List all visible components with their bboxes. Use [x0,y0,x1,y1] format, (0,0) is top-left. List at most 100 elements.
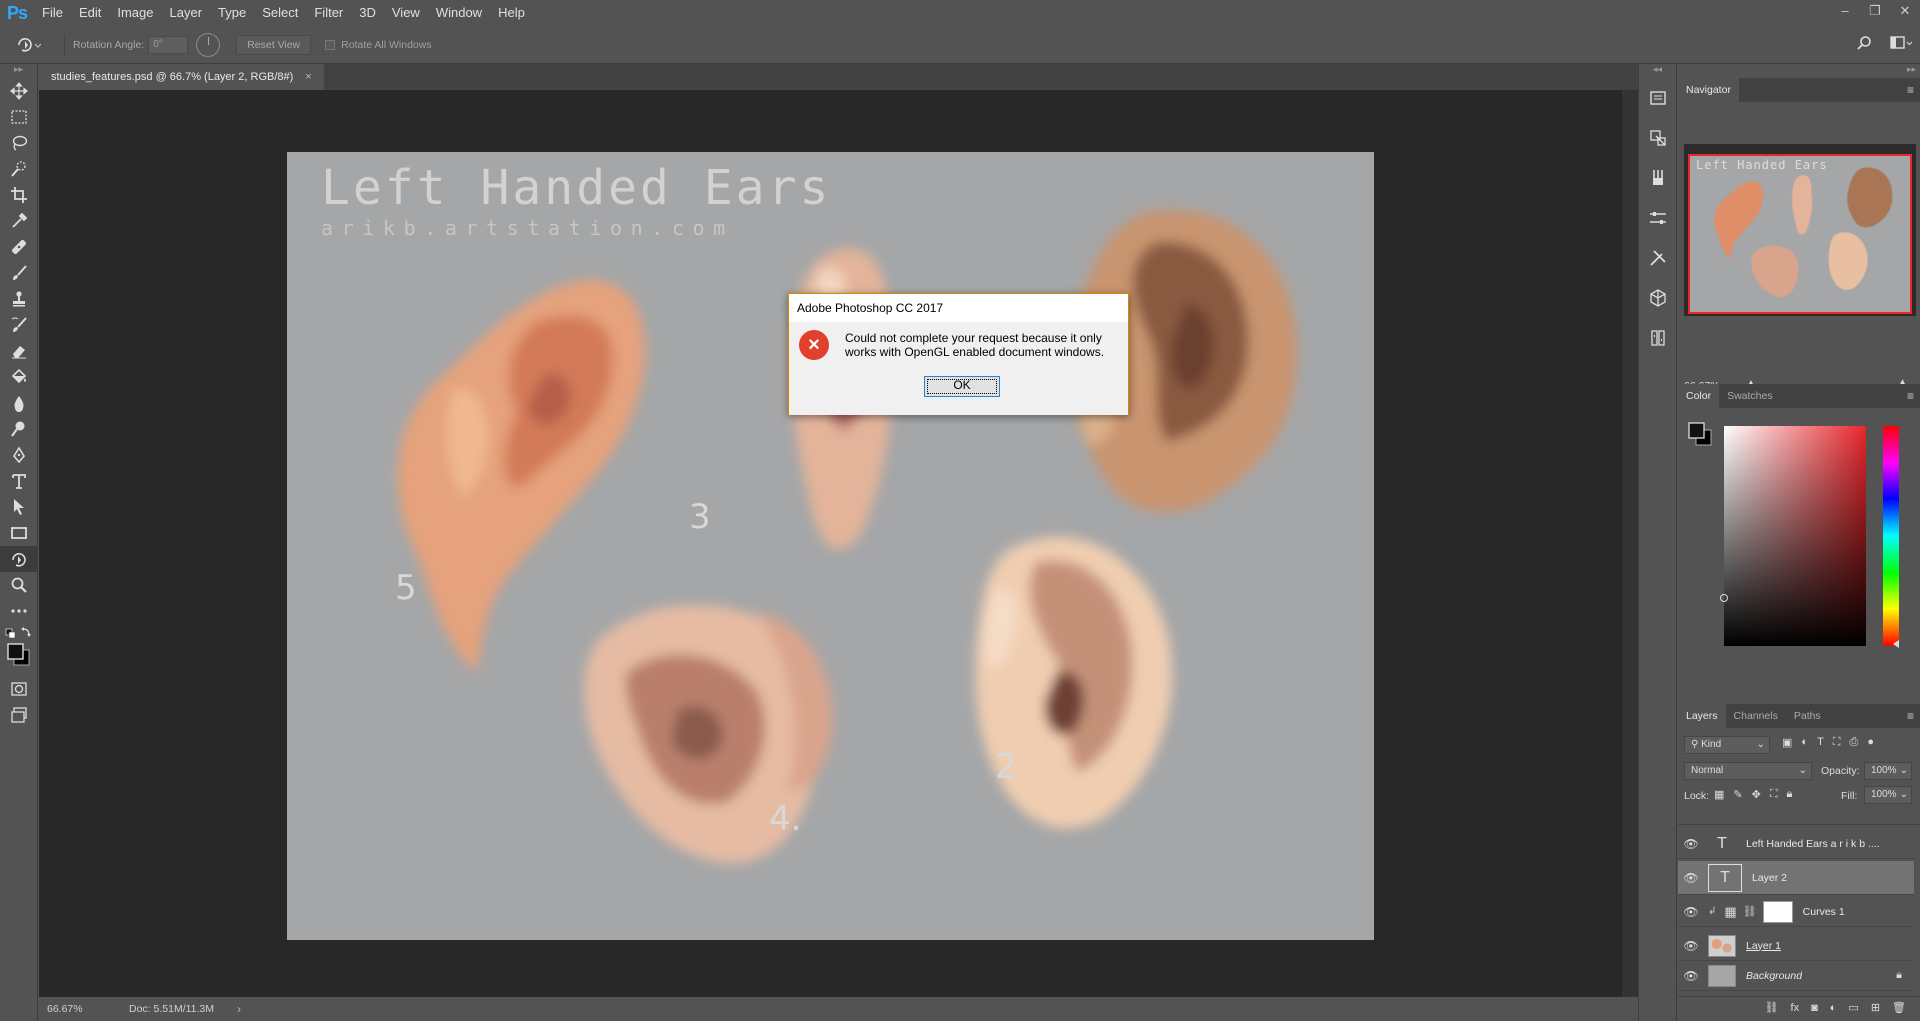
crop-tool-icon[interactable] [0,182,38,208]
blur-tool-icon[interactable] [0,390,38,416]
lock-position-icon[interactable]: ✥ [1752,788,1761,801]
checkbox-box[interactable] [325,39,336,50]
brush-presets-icon[interactable] [1639,158,1677,198]
layer-row[interactable]: 👁︎ Background 🔒︎ [1678,961,1914,991]
strip-collapse-icon[interactable]: ◂◂ [1639,64,1676,78]
navigator-view-box[interactable]: Left Handed Ears [1688,154,1912,314]
menu-3d[interactable]: 3D [351,0,384,26]
quick-mask-icon[interactable] [0,676,38,702]
add-mask-icon[interactable]: ◙ [1811,1002,1818,1014]
layer-row-selected[interactable]: 👁︎ T Layer 2 [1678,861,1914,895]
color-picker-marker[interactable] [1720,594,1728,602]
default-colors-icon[interactable] [5,628,16,639]
more-tools-icon[interactable] [0,598,38,624]
menu-help[interactable]: Help [490,0,533,26]
layer-style-icon[interactable]: fx [1791,1002,1800,1014]
search-icon[interactable] [1856,35,1872,55]
fg-bg-swatch-icon[interactable] [1684,418,1718,452]
rotation-angle-input[interactable]: 0° [148,35,189,54]
opacity-input[interactable]: 100% ⌄ [1864,762,1912,780]
hue-slider[interactable] [1883,426,1899,646]
fill-input[interactable]: 100% ⌄ [1864,786,1912,804]
layer-row[interactable]: 👁︎ ↲ ▦ ⛓︎ Curves 1 [1678,897,1914,927]
marquee-tool-icon[interactable] [0,104,38,130]
clone-source-icon[interactable] [1639,318,1677,358]
workspace-icon[interactable] [1890,35,1913,55]
quick-selection-tool-icon[interactable] [0,156,38,182]
rotate-view-tool-icon[interactable] [0,546,38,572]
path-selection-tool-icon[interactable] [0,494,38,520]
menu-select[interactable]: Select [254,0,306,26]
panel-menu-icon[interactable]: ≡ [1907,709,1914,723]
menu-file[interactable]: File [34,0,71,26]
filter-shape-icon[interactable]: ⛶ [1833,736,1841,749]
close-icon[interactable]: ✕ [1890,0,1920,22]
lasso-tool-icon[interactable] [0,130,38,156]
blend-mode-select[interactable]: Normal ⌄ [1684,762,1812,780]
hue-slider-knob[interactable] [1893,640,1899,648]
visibility-eye-icon[interactable]: 👁︎ [1678,905,1704,919]
toolbar-grip[interactable]: ▸▸ [0,64,37,78]
menu-filter[interactable]: Filter [306,0,351,26]
screen-mode-icon[interactable] [0,702,38,728]
adjustments-icon[interactable] [1639,118,1677,158]
lock-transparent-icon[interactable]: ▦ [1714,788,1724,801]
eyedropper-tool-icon[interactable] [0,208,38,234]
filter-smart-object-icon[interactable]: ⎙ [1850,736,1859,749]
close-tab-icon[interactable]: × [305,64,311,90]
layer-name[interactable]: Background [1746,970,1802,982]
vertical-scrollbar[interactable] [1621,90,1638,997]
healing-brush-tool-icon[interactable] [0,234,38,260]
brush-tool-icon[interactable] [0,260,38,286]
menu-edit[interactable]: Edit [71,0,109,26]
layer-row[interactable]: 👁︎ T Left Handed Ears a r i k b .... [1678,829,1914,859]
eraser-tool-icon[interactable] [0,338,38,364]
rotation-dial[interactable] [196,32,221,57]
tool-presets-icon[interactable] [1639,238,1677,278]
status-menu-arrow-icon[interactable]: › [237,1002,241,1016]
visibility-eye-icon[interactable]: 👁︎ [1678,837,1704,851]
layer-row[interactable]: 👁︎ Layer 1 [1678,931,1914,961]
tab-channels[interactable]: Channels [1726,704,1786,728]
tab-navigator[interactable]: Navigator [1678,78,1739,102]
tab-paths[interactable]: Paths [1786,704,1829,728]
dodge-tool-icon[interactable] [0,416,38,442]
menu-window[interactable]: Window [428,0,490,26]
ok-button[interactable]: OK [924,376,1000,397]
status-zoom[interactable]: 66.67% [39,1003,103,1015]
layer-name[interactable]: Curves 1 [1803,906,1845,918]
link-layers-icon[interactable]: ⛓︎ [1765,1001,1779,1014]
tab-color[interactable]: Color [1678,384,1720,408]
panels-collapse-icon[interactable]: ▸▸ [1678,64,1920,78]
history-brush-tool-icon[interactable] [0,312,38,338]
trash-icon[interactable]: 🗑︎ [1892,1001,1906,1014]
new-adjustment-icon[interactable]: ◐ [1830,1002,1837,1014]
restore-icon[interactable]: ❐ [1860,0,1890,22]
document-tab[interactable]: studies_features.psd @ 66.7% (Layer 2, R… [39,64,324,90]
3d-icon[interactable] [1639,278,1677,318]
tab-swatches[interactable]: Swatches [1719,384,1781,408]
layer-name[interactable]: Layer 2 [1752,872,1787,884]
filter-type-icon[interactable]: T [1817,736,1824,749]
properties-icon[interactable] [1639,198,1677,238]
new-group-icon[interactable]: ▭ [1848,1001,1858,1014]
filter-pixel-icon[interactable]: ▣ [1782,736,1792,749]
paint-bucket-tool-icon[interactable] [0,364,38,390]
document-canvas[interactable]: Left Handed Ears arikb.artstation.com 5 … [287,152,1374,940]
rectangle-tool-icon[interactable] [0,520,38,546]
type-tool-icon[interactable] [0,468,38,494]
zoom-tool-icon[interactable] [0,572,38,598]
clone-stamp-tool-icon[interactable] [0,286,38,312]
menu-image[interactable]: Image [109,0,161,26]
filter-toggle-icon[interactable]: ● [1867,736,1874,749]
color-saturation-field[interactable] [1724,426,1866,646]
layer-mask-thumbnail[interactable] [1762,900,1793,923]
lock-pixels-icon[interactable]: ✎ [1733,788,1742,801]
swap-colors-icon[interactable] [21,627,31,637]
reset-view-button[interactable]: Reset View [236,34,312,55]
libraries-icon[interactable] [1639,78,1677,118]
menu-layer[interactable]: Layer [162,0,211,26]
layer-filter-select[interactable]: ⚲ Kind ⌄ [1684,736,1770,754]
menu-view[interactable]: View [384,0,428,26]
foreground-color-swatch[interactable] [7,643,24,660]
